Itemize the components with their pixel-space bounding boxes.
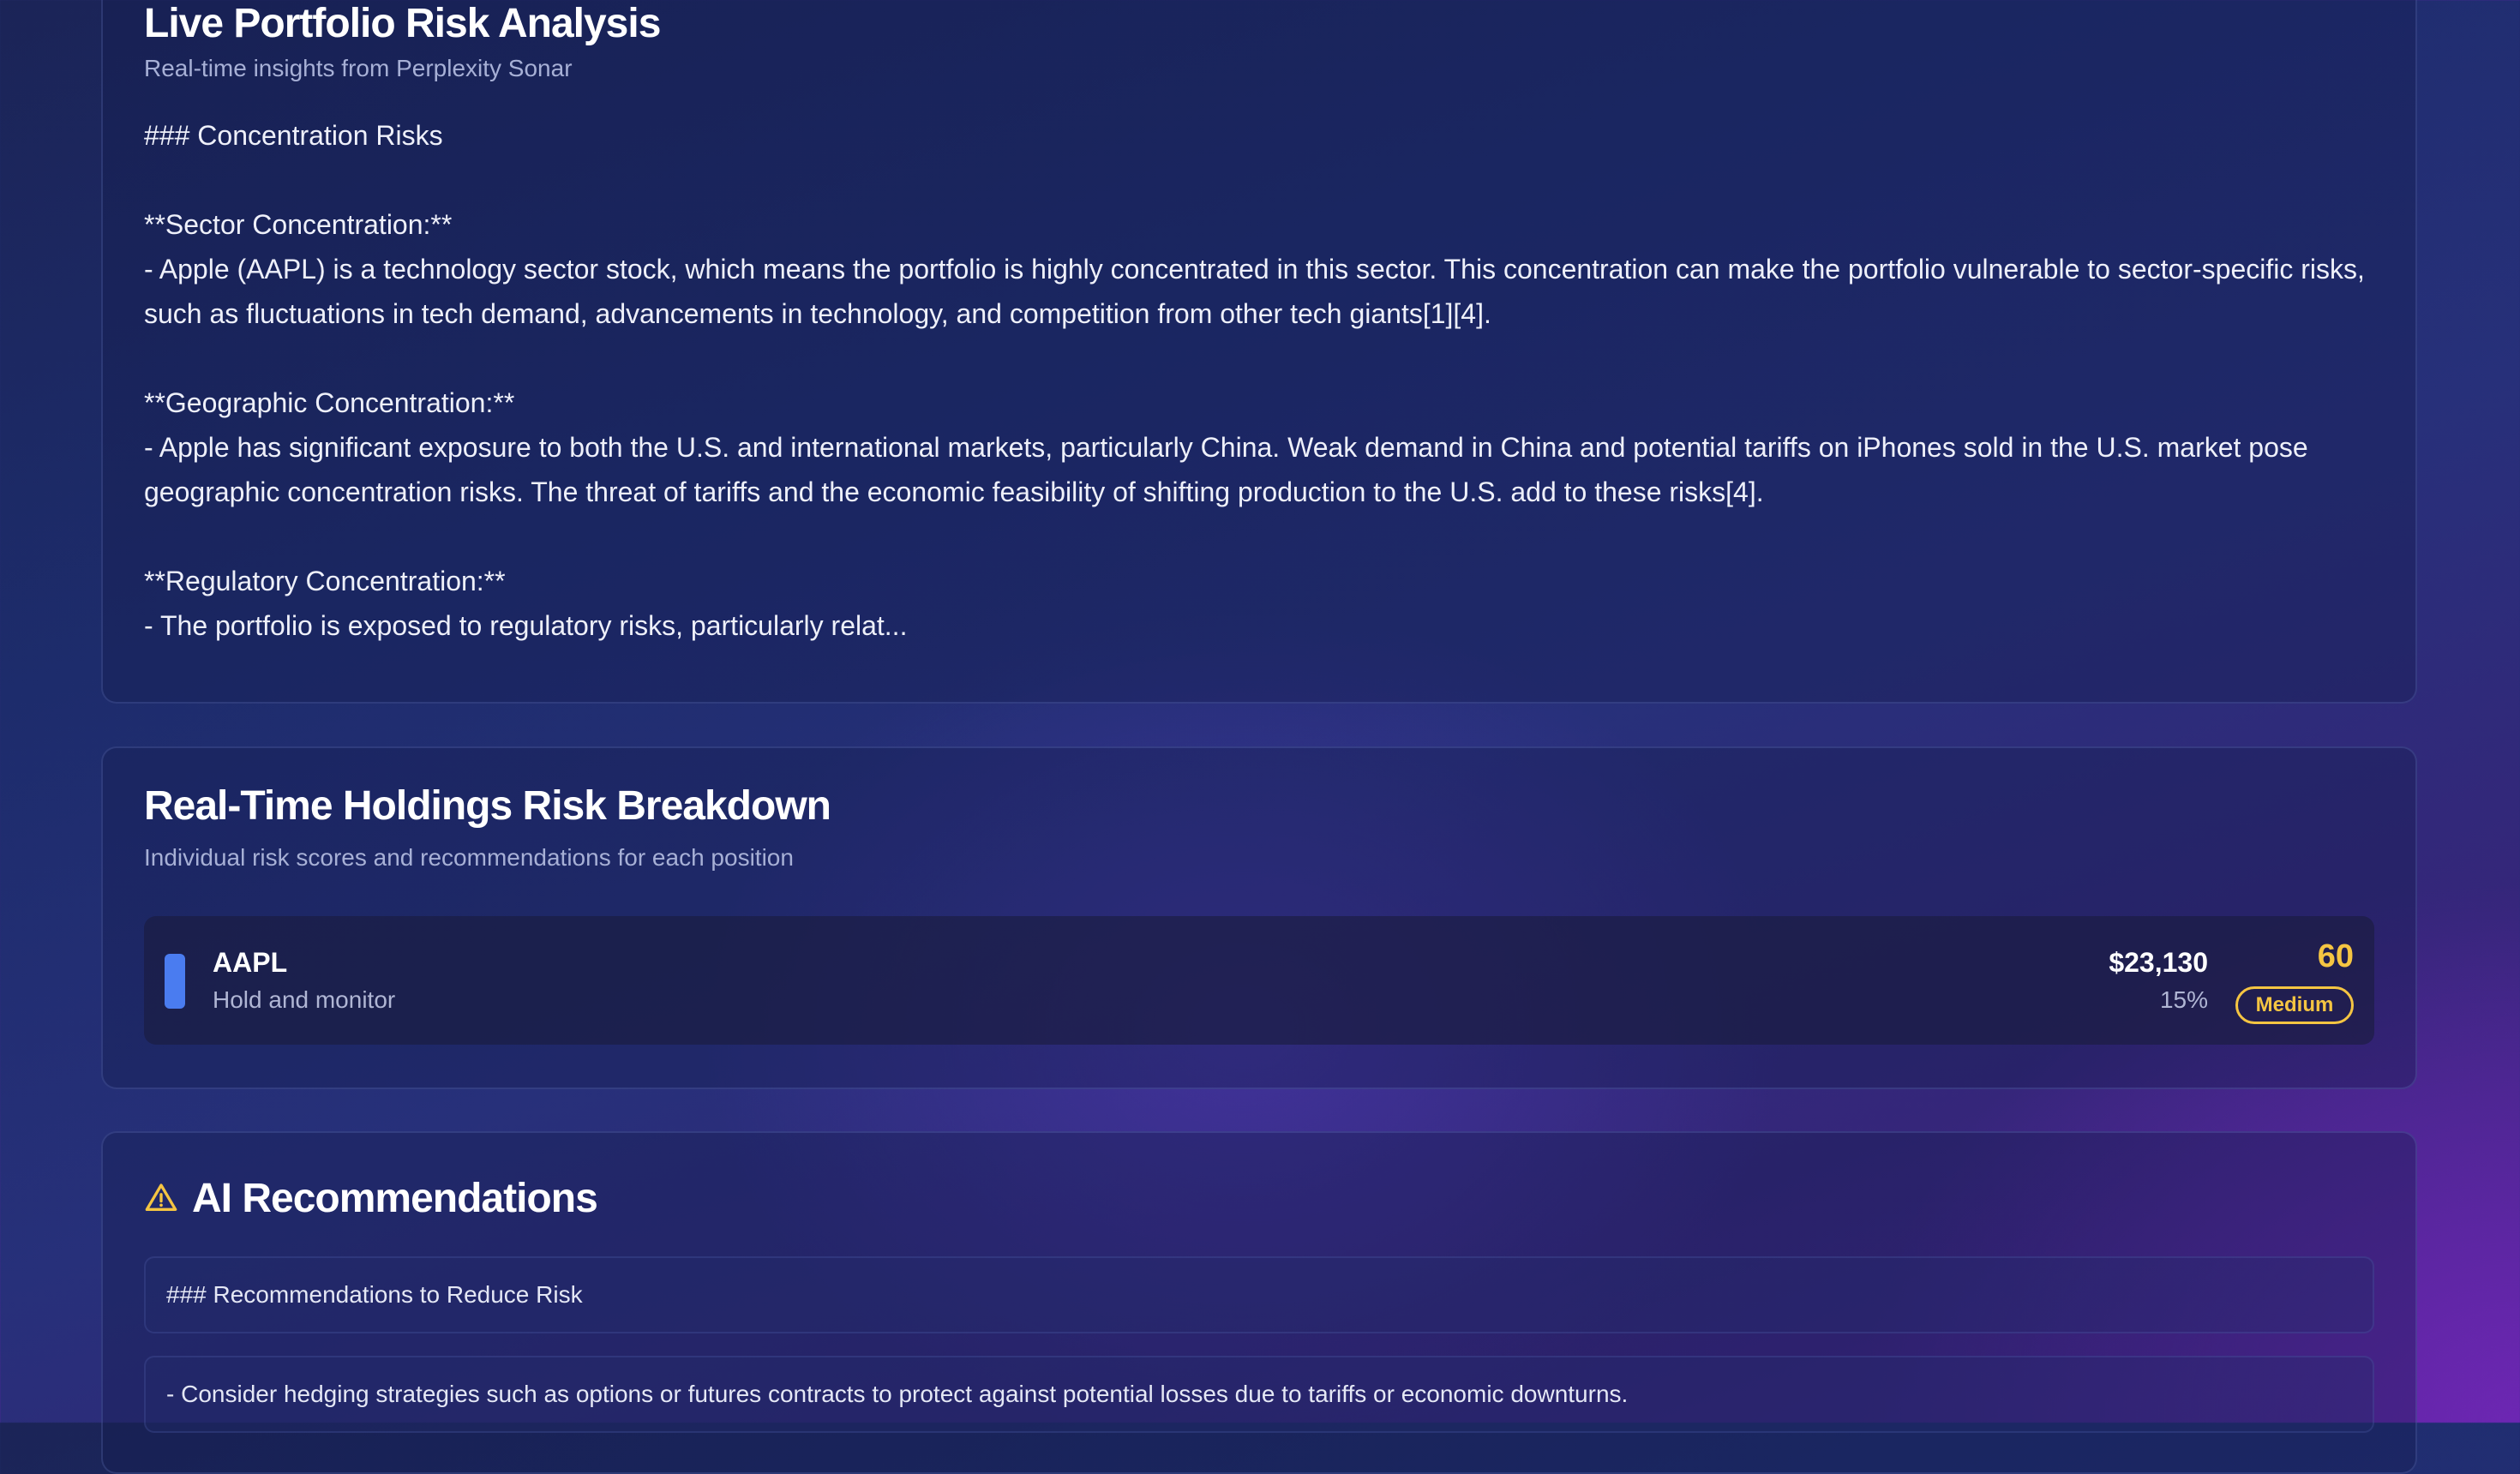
holding-value: $23,130 — [2109, 947, 2208, 978]
recommendation-item: ### Recommendations to Reduce Risk — [144, 1256, 2374, 1333]
holding-weight: 15% — [2159, 986, 2208, 1013]
portfolio-risk-analysis-card: Live Portfolio Risk Analysis Real-time i… — [101, 0, 2417, 704]
analysis-body-text: ### Concentration Risks **Sector Concent… — [144, 120, 2365, 641]
holdings-title: Real-Time Holdings Risk Breakdown — [144, 783, 831, 829]
warning-icon — [145, 1183, 177, 1211]
ai-recommendations-card: AI Recommendations ### Recommendations t… — [101, 1131, 2417, 1474]
recommendations-title: AI Recommendations — [192, 1175, 598, 1221]
holding-ticker: AAPL — [213, 947, 288, 978]
recommendations-header: AI Recommendations — [144, 1171, 598, 1225]
risk-indicator-bar — [165, 954, 185, 1009]
risk-score: 60 — [2317, 938, 2354, 974]
risk-level-badge: Medium — [2235, 986, 2354, 1024]
holding-recommendation: Hold and monitor — [213, 986, 396, 1013]
recommendation-item: - Consider hedging strategies such as op… — [144, 1356, 2374, 1433]
analysis-title: Live Portfolio Risk Analysis — [144, 1, 661, 46]
analysis-subtitle: Real-time insights from Perplexity Sonar — [144, 55, 573, 81]
holdings-subtitle: Individual risk scores and recommendatio… — [144, 844, 794, 871]
holding-row-aapl[interactable]: AAPL Hold and monitor $23,130 15% 60 Med… — [144, 916, 2374, 1045]
holdings-risk-breakdown-card: Real-Time Holdings Risk Breakdown Indivi… — [101, 746, 2417, 1089]
